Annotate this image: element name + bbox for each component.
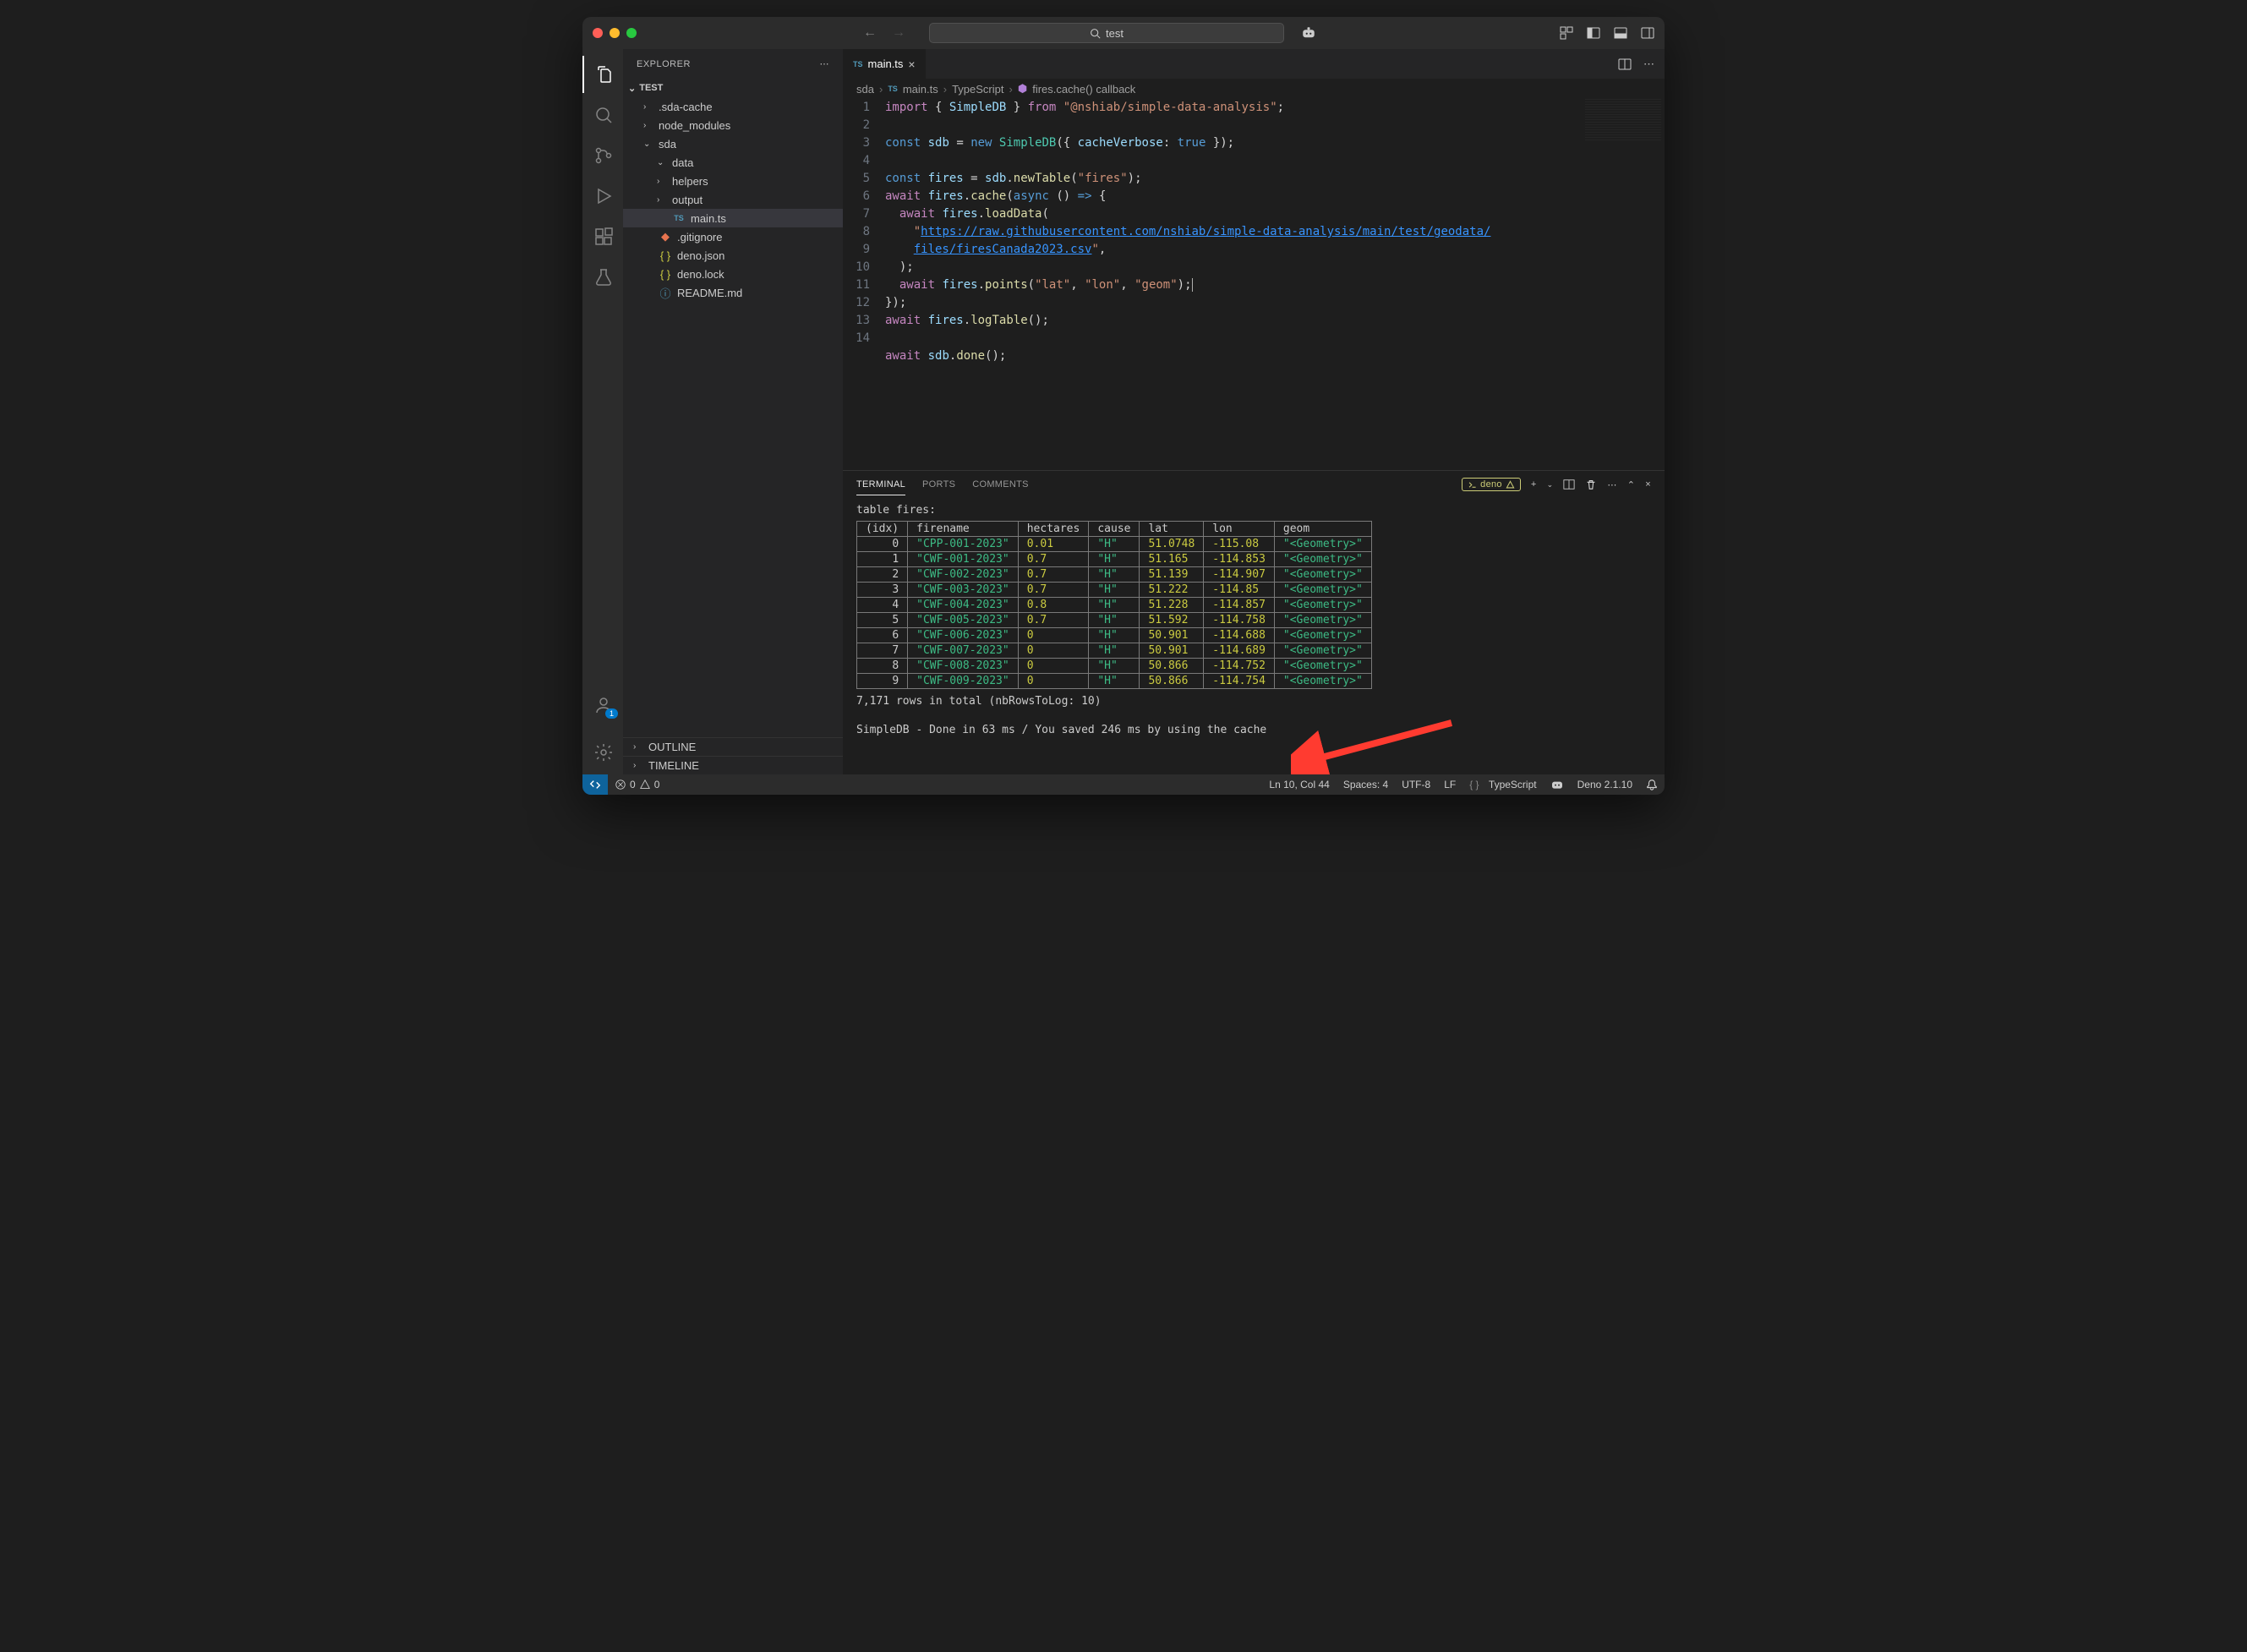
remote-indicator[interactable] bbox=[582, 774, 608, 795]
tree-item-sda[interactable]: ⌄sda bbox=[623, 134, 843, 153]
explorer-icon[interactable] bbox=[582, 56, 623, 93]
sidebar-more-icon[interactable]: ⋯ bbox=[820, 58, 830, 69]
maximize-window-button[interactable] bbox=[626, 28, 637, 38]
copilot-icon[interactable] bbox=[1301, 25, 1316, 41]
timing-message: SimpleDB - Done in 63 ms / You saved 246… bbox=[856, 723, 1651, 737]
nav-forward-icon[interactable]: → bbox=[892, 25, 905, 41]
new-terminal-icon[interactable]: + bbox=[1531, 479, 1537, 490]
outline-section[interactable]: ›OUTLINE bbox=[623, 737, 843, 756]
tree-item-output[interactable]: ›output bbox=[623, 190, 843, 209]
activity-bar bbox=[582, 49, 623, 774]
bottom-panel: TERMINAL PORTS COMMENTS deno + ⌄ ⋯ bbox=[843, 470, 1665, 774]
statusbar: 0 0 Ln 10, Col 44 Spaces: 4 UTF-8 LF { }… bbox=[582, 774, 1665, 795]
tree-item-helpers[interactable]: ›helpers bbox=[623, 172, 843, 190]
split-terminal-icon[interactable] bbox=[1563, 479, 1575, 490]
terminal-output[interactable]: table fires: (idx)firenamehectarescausel… bbox=[843, 498, 1665, 774]
command-center[interactable]: test bbox=[929, 23, 1284, 43]
eol[interactable]: LF bbox=[1437, 778, 1462, 791]
problems-indicator[interactable]: 0 0 bbox=[608, 779, 666, 790]
close-tab-icon[interactable]: × bbox=[908, 57, 915, 71]
indentation[interactable]: Spaces: 4 bbox=[1337, 778, 1395, 791]
symbol-icon: ⬢ bbox=[1018, 82, 1027, 96]
tree-item-node-modules[interactable]: ›node_modules bbox=[623, 116, 843, 134]
terminal-name[interactable]: deno bbox=[1462, 478, 1521, 491]
cursor-position[interactable]: Ln 10, Col 44 bbox=[1262, 778, 1336, 791]
editor-more-icon[interactable]: ⋯ bbox=[1643, 57, 1654, 71]
search-icon bbox=[1090, 28, 1101, 39]
file-tree: ›.sda-cache›node_modules⌄sda⌄data›helper… bbox=[623, 97, 843, 737]
close-panel-icon[interactable]: × bbox=[1645, 479, 1651, 490]
encoding[interactable]: UTF-8 bbox=[1395, 778, 1437, 791]
explorer-sidebar: EXPLORER ⋯ ⌄ TEST ›.sda-cache›node_modul… bbox=[623, 49, 843, 774]
timeline-section[interactable]: ›TIMELINE bbox=[623, 756, 843, 774]
toggle-panel-icon[interactable] bbox=[1614, 26, 1627, 40]
toggle-sidebar-icon[interactable] bbox=[1587, 26, 1600, 40]
tree-item--gitignore[interactable]: ◆.gitignore bbox=[623, 227, 843, 246]
tree-item-deno-json[interactable]: { }deno.json bbox=[623, 246, 843, 265]
tree-item-readme-md[interactable]: ⓘREADME.md bbox=[623, 283, 843, 302]
tab-main-ts[interactable]: TS main.ts × bbox=[843, 49, 927, 79]
search-text: test bbox=[1106, 27, 1124, 40]
close-window-button[interactable] bbox=[593, 28, 603, 38]
split-editor-icon[interactable] bbox=[1618, 57, 1632, 71]
panel-more-icon[interactable]: ⋯ bbox=[1607, 479, 1616, 490]
fires-table: (idx)firenamehectarescauselatlongeom0"CP… bbox=[856, 521, 1372, 689]
ts-file-icon: TS bbox=[853, 60, 863, 68]
sidebar-title: EXPLORER bbox=[637, 59, 691, 69]
tree-item-deno-lock[interactable]: { }deno.lock bbox=[623, 265, 843, 283]
maximize-panel-icon[interactable]: ⌃ bbox=[1627, 479, 1636, 490]
tree-item-main-ts[interactable]: TSmain.ts bbox=[623, 209, 843, 227]
tab-terminal[interactable]: TERMINAL bbox=[856, 474, 905, 495]
terminal-dropdown-icon[interactable]: ⌄ bbox=[1547, 480, 1554, 490]
accounts-icon[interactable] bbox=[582, 687, 623, 724]
deno-version[interactable]: Deno 2.1.10 bbox=[1571, 778, 1639, 791]
minimize-window-button[interactable] bbox=[610, 28, 620, 38]
language-mode[interactable]: { } TypeScript bbox=[1462, 778, 1543, 791]
extensions-icon[interactable] bbox=[582, 218, 623, 255]
tab-comments[interactable]: COMMENTS bbox=[972, 474, 1029, 495]
titlebar: ← → test bbox=[582, 17, 1665, 49]
tab-label: main.ts bbox=[868, 57, 904, 70]
tree-item--sda-cache[interactable]: ›.sda-cache bbox=[623, 97, 843, 116]
toggle-secondary-sidebar-icon[interactable] bbox=[1641, 26, 1654, 40]
row-count: 7,171 rows in total (nbRowsToLog: 10) bbox=[856, 694, 1651, 708]
layout-customize-icon[interactable] bbox=[1560, 26, 1573, 40]
editor-group: TS main.ts × ⋯ sda › TS main.ts › TypeSc… bbox=[843, 49, 1665, 774]
run-debug-icon[interactable] bbox=[582, 178, 623, 215]
table-title: table fires: bbox=[856, 503, 1651, 517]
editor-tabs: TS main.ts × ⋯ bbox=[843, 49, 1665, 79]
settings-gear-icon[interactable] bbox=[582, 734, 623, 771]
notifications-icon[interactable] bbox=[1639, 778, 1665, 791]
breadcrumb[interactable]: sda › TS main.ts › TypeScript › ⬢ fires.… bbox=[843, 79, 1665, 99]
tab-ports[interactable]: PORTS bbox=[922, 474, 955, 495]
copilot-status-icon[interactable] bbox=[1544, 778, 1571, 791]
kill-terminal-icon[interactable] bbox=[1585, 479, 1597, 490]
search-activity-icon[interactable] bbox=[582, 96, 623, 134]
folder-root[interactable]: ⌄ TEST bbox=[623, 79, 843, 97]
ts-file-icon: TS bbox=[888, 85, 898, 93]
window-controls bbox=[593, 28, 637, 38]
minimap[interactable] bbox=[1585, 99, 1661, 141]
code-editor[interactable]: 1234567891011121314 import { SimpleDB } … bbox=[843, 99, 1665, 470]
source-control-icon[interactable] bbox=[582, 137, 623, 174]
tree-item-data[interactable]: ⌄data bbox=[623, 153, 843, 172]
testing-icon[interactable] bbox=[582, 259, 623, 296]
nav-back-icon[interactable]: ← bbox=[863, 25, 877, 41]
